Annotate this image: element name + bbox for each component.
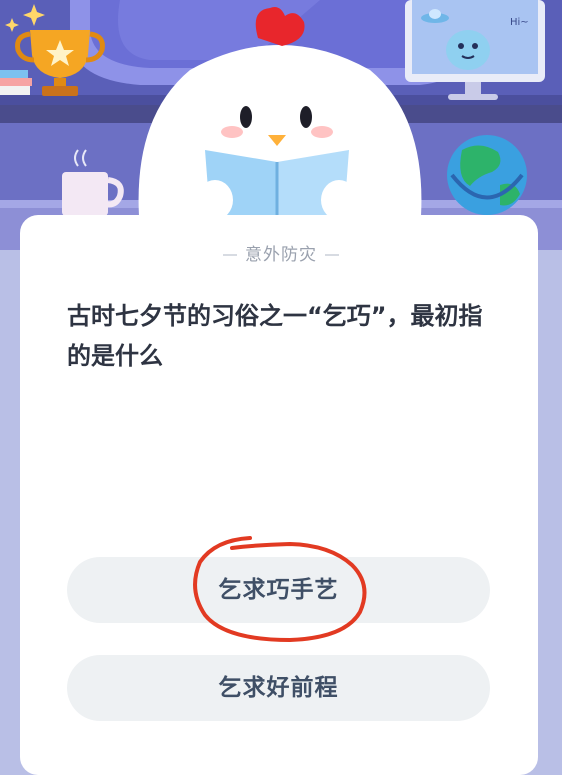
monitor-text: Hi~ (510, 17, 529, 28)
option-button-2[interactable]: 乞求好前程 (67, 655, 490, 721)
option-label: 乞求巧手艺 (218, 577, 339, 603)
divider (223, 254, 237, 256)
books-icon (0, 70, 32, 95)
room-scene: Hi~ (0, 0, 562, 250)
category-text: 意外防灾 (245, 245, 317, 265)
option-button-1[interactable]: 乞求巧手艺 (67, 557, 490, 623)
category-label: 意外防灾 (0, 240, 562, 265)
globe-icon (447, 135, 527, 215)
divider (325, 254, 339, 256)
question-text: 古时七夕节的习俗之一“乞巧”，最初指的是什么 (67, 302, 483, 370)
header-illustration: Hi~ (0, 0, 562, 250)
option-label: 乞求好前程 (218, 675, 339, 701)
